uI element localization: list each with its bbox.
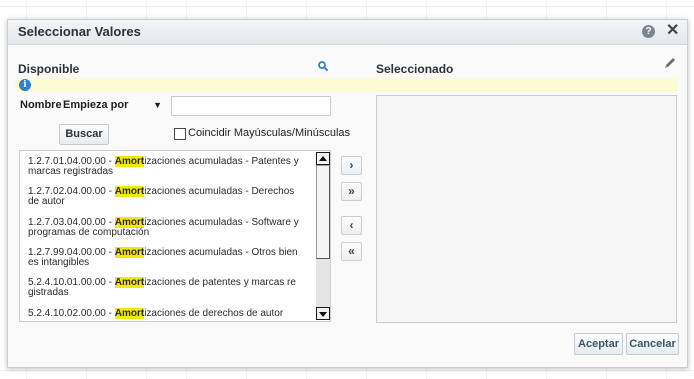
remove-button[interactable]: ‹ xyxy=(341,216,362,235)
move-button[interactable]: › xyxy=(341,156,362,175)
info-icon[interactable]: i xyxy=(19,79,31,91)
search-input[interactable] xyxy=(171,96,331,116)
cancel-button[interactable]: Cancelar xyxy=(626,333,679,355)
selected-list[interactable] xyxy=(376,95,677,323)
search-button[interactable]: Buscar xyxy=(59,124,109,145)
available-label: Disponible xyxy=(18,62,80,76)
available-list[interactable]: 1.2.7.01.04.00.00 - Amortizaciones acumu… xyxy=(19,150,331,322)
close-icon[interactable]: ✕ xyxy=(666,22,679,40)
arrow-up-icon xyxy=(319,156,327,161)
operator-value: Empieza por xyxy=(63,99,129,111)
list-item[interactable]: 1.2.7.03.04.00.00 - Amortizaciones acumu… xyxy=(28,217,314,238)
help-icon[interactable]: ? xyxy=(642,25,655,38)
match-case-label: Coincidir Mayúsculas/Minúsculas xyxy=(188,127,351,139)
list-item[interactable]: 1.2.7.02.04.00.00 - Amortizaciones acumu… xyxy=(28,186,314,207)
remove-all-button[interactable]: « xyxy=(341,242,362,261)
dialog-title: Seleccionar Valores xyxy=(18,24,141,39)
pencil-icon[interactable] xyxy=(662,55,678,71)
dialog-titlebar: Seleccionar Valores ? ✕ xyxy=(8,20,687,45)
accept-button[interactable]: Aceptar xyxy=(574,333,623,355)
list-item[interactable]: 1.2.7.99.04.00.00 - Amortizaciones acumu… xyxy=(28,247,314,268)
move-all-button[interactable]: » xyxy=(341,182,362,201)
info-bar: i xyxy=(15,78,677,92)
select-values-dialog: Seleccionar Valores ? ✕ Disponible Selec… xyxy=(7,19,688,368)
search-icon[interactable] xyxy=(317,60,331,74)
match-case-checkbox[interactable] xyxy=(174,128,186,140)
list-item[interactable]: 5.2.4.10.02.00.00 - Amortizaciones de de… xyxy=(28,308,314,319)
scroll-thumb[interactable] xyxy=(316,165,330,259)
operator-select[interactable]: Empieza por ▼ xyxy=(61,96,166,114)
name-filter-label: Nombre xyxy=(20,99,62,111)
list-item[interactable]: 5.2.4.10.01.00.00 - Amortizaciones de pa… xyxy=(28,277,314,298)
dropdown-arrow-icon: ▼ xyxy=(153,100,162,110)
list-item[interactable]: 1.2.7.01.04.00.00 - Amortizaciones acumu… xyxy=(28,156,314,177)
arrow-down-icon xyxy=(319,312,327,317)
list-scrollbar[interactable] xyxy=(316,152,330,320)
scroll-up-button[interactable] xyxy=(316,152,330,165)
selected-label: Seleccionado xyxy=(376,62,454,76)
scroll-down-button[interactable] xyxy=(316,307,330,320)
